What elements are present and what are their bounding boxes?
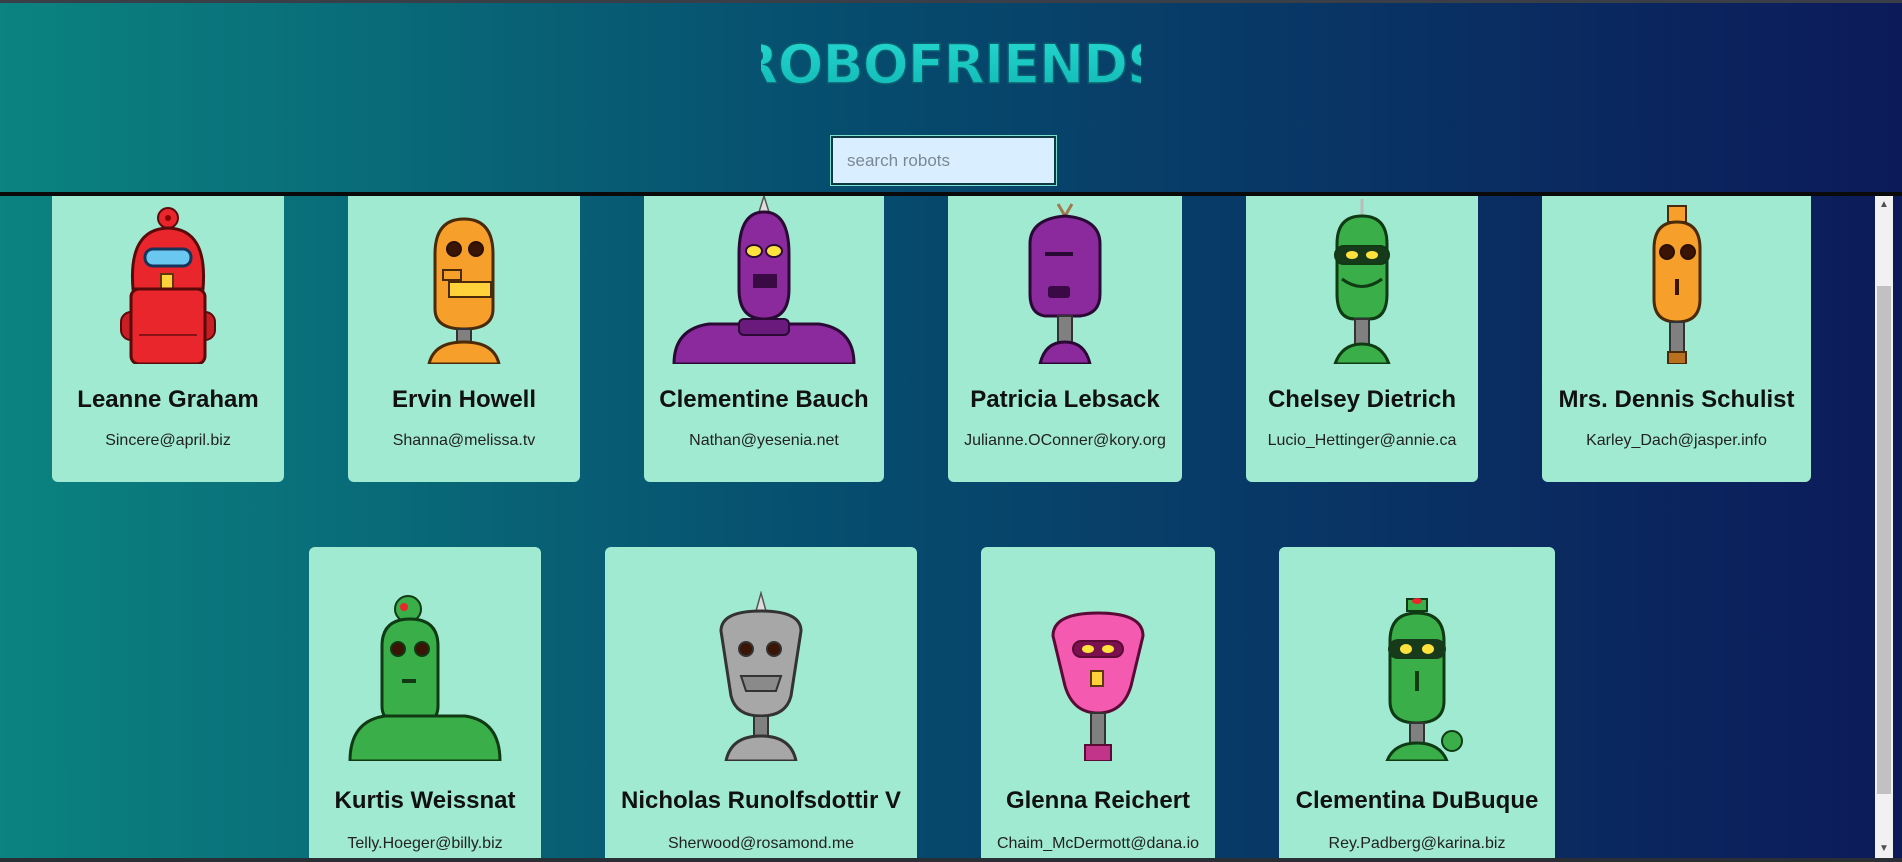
- robot-avatar: [348, 595, 502, 761]
- window-bottom-border: [0, 858, 1902, 862]
- robot-email: Julianne.OConner@kory.org: [964, 432, 1166, 449]
- robot-email: Lucio_Hettinger@annie.ca: [1267, 432, 1457, 449]
- robot-card[interactable]: Nicholas Runolfsdottir V Sherwood@rosamo…: [605, 547, 917, 858]
- robot-name: Chelsey Dietrich: [1267, 386, 1457, 413]
- scroll-up-arrow-icon[interactable]: ▲: [1875, 196, 1893, 214]
- robot-avatar: [120, 207, 216, 364]
- scrollbar-thumb[interactable]: [1877, 286, 1891, 794]
- robot-email: Rey.Padberg@karina.biz: [1328, 835, 1506, 852]
- robot-name: Clementina DuBuque: [1295, 787, 1539, 814]
- app-logo: ROBOFRIENDS: [0, 33, 1902, 98]
- robot-avatar: [719, 591, 803, 761]
- header: ROBOFRIENDS: [0, 3, 1902, 193]
- app-title: ROBOFRIENDS: [761, 33, 1141, 93]
- robot-email: Sherwood@rosamond.me: [667, 835, 855, 852]
- robot-card[interactable]: Kurtis Weissnat Telly.Hoeger@billy.biz: [309, 547, 541, 858]
- robot-avatar: [427, 217, 501, 364]
- robot-avatar: [1652, 205, 1701, 364]
- card-list[interactable]: Leanne Graham Sincere@april.biz Ervin Ho…: [0, 196, 1875, 858]
- robot-name: Clementine Bauch: [659, 386, 869, 413]
- scroll-down-arrow-icon[interactable]: ▼: [1875, 840, 1893, 858]
- robot-card[interactable]: Clementina DuBuque Rey.Padberg@karina.bi…: [1279, 547, 1555, 858]
- robot-card[interactable]: Chelsey Dietrich Lucio_Hettinger@annie.c…: [1246, 196, 1478, 482]
- robot-card[interactable]: Glenna Reichert Chaim_McDermott@dana.io: [981, 547, 1215, 858]
- robot-name: Mrs. Dennis Schulist: [1558, 386, 1795, 413]
- robot-card[interactable]: Leanne Graham Sincere@april.biz: [52, 196, 284, 482]
- robot-name: Leanne Graham: [77, 386, 259, 413]
- robot-name: Nicholas Runolfsdottir V: [620, 787, 901, 814]
- robot-avatar: [672, 196, 856, 364]
- robot-avatar: [1385, 598, 1463, 761]
- logo-wordmark: ROBOFRIENDS: [761, 33, 1141, 93]
- search-input[interactable]: [830, 135, 1057, 186]
- robot-avatar: [1051, 611, 1145, 761]
- robot-email: Nathan@yesenia.net: [689, 432, 839, 449]
- robot-name: Glenna Reichert: [1005, 787, 1191, 814]
- robot-card[interactable]: Mrs. Dennis Schulist Karley_Dach@jasper.…: [1542, 196, 1811, 482]
- robot-card[interactable]: Ervin Howell Shanna@melissa.tv: [348, 196, 580, 482]
- robot-email: Sincere@april.biz: [105, 432, 231, 449]
- robot-avatar: [1028, 203, 1102, 364]
- robot-email: Karley_Dach@jasper.info: [1586, 432, 1767, 449]
- robot-name: Patricia Lebsack: [970, 386, 1160, 413]
- robot-name: Ervin Howell: [391, 386, 537, 413]
- robot-email: Chaim_McDermott@dana.io: [996, 835, 1200, 852]
- robot-email: Shanna@melissa.tv: [392, 432, 536, 449]
- vertical-scrollbar[interactable]: ▲ ▼: [1875, 196, 1893, 858]
- robot-name: Kurtis Weissnat: [334, 787, 516, 814]
- robot-card[interactable]: Patricia Lebsack Julianne.OConner@kory.o…: [948, 196, 1182, 482]
- robot-card[interactable]: Clementine Bauch Nathan@yesenia.net: [644, 196, 884, 482]
- robot-email: Telly.Hoeger@billy.biz: [347, 835, 503, 852]
- robot-avatar: [1333, 199, 1391, 364]
